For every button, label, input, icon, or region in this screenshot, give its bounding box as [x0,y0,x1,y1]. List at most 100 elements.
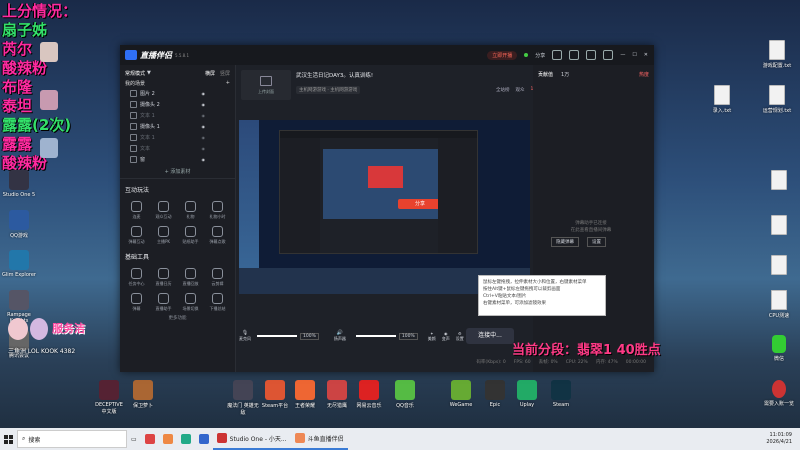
desktop-file-icon[interactable] [762,170,796,192]
tool-item[interactable]: 观众互动 [150,198,177,223]
desktop-icon[interactable]: 网易云音乐 [352,380,386,409]
taskbar-window-item[interactable]: 斗鱼直播伴侣 [290,428,348,450]
desktop-icon[interactable]: DECEPTIVE 中文版 [92,380,126,415]
voice-change-button[interactable]: ◉ 变声 [442,331,450,342]
eye-icon[interactable]: ◉ [202,146,206,151]
skin-icon[interactable] [586,50,597,60]
eye-icon[interactable]: ◉ [202,124,206,129]
source-item[interactable]: 文本 1 ◉ [120,132,235,143]
more-features-button[interactable]: 更多功能 [120,315,235,321]
source-checkbox[interactable] [130,123,137,130]
tool-item[interactable]: 弹幕互动 [123,223,150,248]
desktop-icon[interactable]: Steam平台 [258,380,292,409]
hot-tab[interactable]: 热度 [639,71,649,79]
tool-item[interactable]: 主播PK [150,223,177,248]
taskbar-pin-2[interactable] [159,428,177,450]
tab-portrait[interactable]: 竖屏 [220,70,230,77]
minimize-button[interactable]: — [620,52,625,58]
taskbar-pin-1[interactable] [141,428,159,450]
add-source-button[interactable]: + 添加素材 [120,168,235,175]
eye-icon[interactable]: ◉ [202,113,206,118]
desktop-file-icon[interactable]: 录入.txt [705,85,739,114]
source-item[interactable]: 图片 2 ◉ [120,88,235,99]
tool-item[interactable]: 贴纸助手 [177,223,204,248]
desktop-icon[interactable]: QQ音乐 [388,380,422,409]
category-selector[interactable]: 主机网游游戏 · 主机网游游戏 [296,86,361,94]
taskbar-search[interactable]: ⌕ 搜索 [17,430,127,448]
desktop-file-icon[interactable]: 需要入账一览 [762,380,796,407]
tool-item[interactable]: 场景切换 [177,290,204,315]
desktop-icon[interactable]: Steam [544,380,578,408]
desktop-file-icon[interactable]: 微信 [762,335,796,362]
desktop-file-icon[interactable] [762,215,796,237]
tool-item[interactable]: 弹幕点歌 [204,223,231,248]
desktop-file-icon[interactable]: CPU测速 [762,290,796,319]
tool-item[interactable]: 弹幕 [123,290,150,315]
desktop-icon[interactable]: QQ游戏 [2,210,36,239]
eye-icon[interactable]: ◉ [202,157,206,162]
source-item[interactable]: 窗 ◉ [120,154,235,165]
eye-icon[interactable]: ◉ [202,102,206,107]
eye-icon[interactable]: ◉ [202,135,206,140]
source-checkbox[interactable] [130,145,137,152]
desktop-icon[interactable]: 无尽猎鹰 [320,380,354,409]
chevron-down-icon[interactable]: ▼ [147,70,151,76]
headset-icon[interactable] [569,50,580,60]
desktop-icon[interactable]: Studio One 5 [2,170,36,198]
taskbar-pin-3[interactable] [177,428,195,450]
help-icon[interactable] [552,50,563,60]
tool-item[interactable]: 直播助手 [150,290,177,315]
maximize-button[interactable]: ☐ [632,52,636,58]
upload-cover-button[interactable]: 上传封面 [241,70,291,100]
contribution-tab[interactable]: 贡献值 [538,71,553,79]
danmu-settings-button[interactable]: 设置 [587,237,606,247]
desktop-icon[interactable]: Uplay [510,380,544,408]
tool-item[interactable]: 任务中心 [123,265,150,290]
beauty-button[interactable]: ✦ 美颜 [428,331,436,342]
desktop-file-icon[interactable] [762,255,796,277]
source-checkbox[interactable] [130,156,137,163]
mode-selector[interactable]: 常规模式 [125,70,145,77]
source-checkbox[interactable] [130,101,137,108]
stream-title[interactable]: 武汉生活日记DAY3。认真训练! [296,71,496,79]
source-item[interactable]: 文本 ◉ [120,143,235,154]
speaker-volume-slider[interactable] [355,335,396,337]
desktop-file-icon[interactable]: 游戏配置.txt [760,40,794,69]
tool-item[interactable]: 连麦 [123,198,150,223]
full-site-rank[interactable]: 全站榜 [496,87,510,109]
add-scene-icon[interactable]: + [226,80,230,86]
taskbar-window-item[interactable]: Studio One - 小天... [212,428,291,450]
tool-item[interactable]: 云剪辑 [204,265,231,290]
desktop-file-icon[interactable]: 运营规划.txt [760,85,794,114]
stream-preview[interactable]: 分享 [239,120,530,294]
source-checkbox[interactable] [130,134,137,141]
tool-item[interactable]: 直播回放 [177,265,204,290]
source-checkbox[interactable] [130,90,137,97]
desktop-icon[interactable]: 魔法门 英雄无敌 [226,380,260,416]
tool-item[interactable]: 礼物小时 [204,198,231,223]
tool-item[interactable]: 直播日历 [150,265,177,290]
desktop-icon[interactable]: WeGame [444,380,478,408]
hide-danmu-button[interactable]: 隐藏弹幕 [551,237,579,247]
tool-item[interactable]: 礼物 [177,198,204,223]
source-item[interactable]: 文本 1 ◉ [120,110,235,121]
desktop-icon[interactable]: Glim Explorer [2,250,36,278]
start-button[interactable] [0,428,17,450]
source-checkbox[interactable] [130,112,137,119]
start-live-button[interactable]: 连接中... [466,328,514,344]
clock[interactable]: 11:01:09 2026/4/21 [766,432,800,446]
settings-button[interactable]: ⚙ 设置 [456,331,464,342]
taskbar-pin-4[interactable] [195,428,213,450]
menu-icon[interactable] [603,50,614,60]
go-live-button[interactable]: 立即开播 [487,50,518,60]
tool-item[interactable]: 下播总结 [204,290,231,315]
preview-share-button[interactable]: 分享 [398,199,442,209]
desktop-icon[interactable]: Epic [478,380,512,408]
tab-landscape[interactable]: 横屏 [205,70,215,77]
share-button[interactable]: 分享 [535,52,545,59]
mic-volume-slider[interactable] [257,335,297,337]
source-item[interactable]: 摄像头 2 ◉ [120,99,235,110]
desktop-icon[interactable]: 保卫萝卜 [126,380,160,409]
eye-icon[interactable]: ◉ [202,91,206,96]
source-item[interactable]: 摄像头 1 ◉ [120,121,235,132]
